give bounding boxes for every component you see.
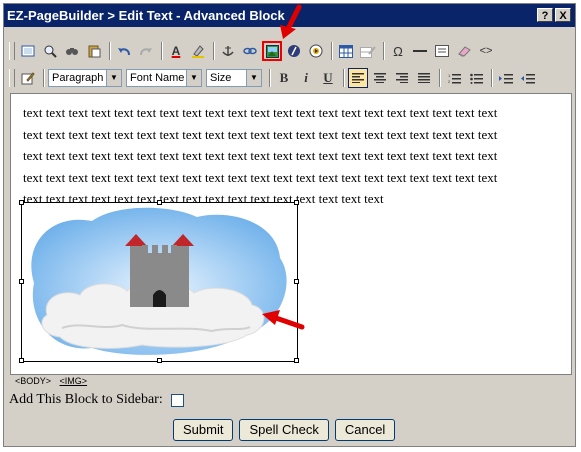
font-name-value: Font Name xyxy=(130,72,185,84)
horizontal-rule-icon[interactable] xyxy=(410,41,430,61)
separator xyxy=(161,42,163,60)
separator xyxy=(331,42,333,60)
separator xyxy=(269,69,271,87)
align-right-icon[interactable] xyxy=(392,68,412,88)
bullet-list-icon[interactable] xyxy=(466,68,486,88)
text-line: text text text text text text text text … xyxy=(23,105,498,120)
text-color-glyph: A xyxy=(171,43,181,58)
paste-icon[interactable] xyxy=(84,41,104,61)
eraser-icon[interactable] xyxy=(454,41,474,61)
underline-button[interactable]: U xyxy=(318,68,338,88)
sidebar-checkbox-label: Add This Block to Sidebar: xyxy=(9,392,163,407)
align-justify-icon[interactable] xyxy=(414,68,434,88)
separator xyxy=(343,69,345,87)
castle-in-clouds-image xyxy=(31,207,287,355)
anchor-icon[interactable] xyxy=(218,41,238,61)
body-tag-path[interactable]: <BODY> xyxy=(15,376,51,386)
highlight-color-icon[interactable] xyxy=(188,41,208,61)
element-path-bar: <BODY> <IMG> xyxy=(10,375,572,388)
paragraph-format-value: Paragraph xyxy=(52,72,104,84)
svg-text:2: 2 xyxy=(448,79,451,84)
redo-icon[interactable] xyxy=(136,41,156,61)
separator xyxy=(43,69,45,87)
separator xyxy=(109,42,111,60)
resize-handle[interactable] xyxy=(19,200,24,205)
preview-icon[interactable] xyxy=(18,41,38,61)
link-icon[interactable] xyxy=(240,41,260,61)
text-line: text text text text text text text text … xyxy=(23,169,498,185)
special-char-icon[interactable]: Ω xyxy=(388,41,408,61)
text-line: text text text text text text text text … xyxy=(23,126,498,142)
spell-check-button[interactable]: Spell Check xyxy=(239,419,329,441)
bold-button[interactable]: B xyxy=(274,68,294,88)
sidebar-option: Add This Block to Sidebar: xyxy=(9,392,184,408)
media-icon[interactable] xyxy=(306,41,326,61)
form-icon[interactable] xyxy=(432,41,452,61)
font-name-select[interactable]: Font Name ▼ xyxy=(126,69,202,87)
toolbar-grip xyxy=(9,42,15,60)
flash-icon[interactable] xyxy=(284,41,304,61)
resize-handle[interactable] xyxy=(19,358,24,363)
chevron-down-icon: ▼ xyxy=(186,70,201,86)
resize-handle[interactable] xyxy=(294,358,299,363)
action-buttons: Submit Spell Check Cancel xyxy=(173,419,396,441)
resize-handle[interactable] xyxy=(157,200,162,205)
undo-icon[interactable] xyxy=(114,41,134,61)
font-size-select[interactable]: Size ▼ xyxy=(206,69,262,87)
text-color-icon[interactable]: A xyxy=(166,41,186,61)
align-left-icon[interactable] xyxy=(348,68,368,88)
toolbar-grip xyxy=(9,69,15,87)
window-title: EZ-PageBuilder > Edit Text - Advanced Bl… xyxy=(7,8,285,23)
close-button[interactable]: X xyxy=(555,8,571,22)
outdent-icon[interactable] xyxy=(518,68,538,88)
resize-handle[interactable] xyxy=(157,358,162,363)
selected-image[interactable] xyxy=(19,200,299,363)
editor-window: EZ-PageBuilder > Edit Text - Advanced Bl… xyxy=(3,3,576,447)
resize-handle[interactable] xyxy=(294,200,299,205)
source-code-icon[interactable]: <> xyxy=(476,41,496,61)
paragraph-format-select[interactable]: Paragraph ▼ xyxy=(48,69,122,87)
chevron-down-icon: ▼ xyxy=(246,70,261,86)
annotation-arrow-toolbar xyxy=(280,4,302,39)
editor-text[interactable]: text text text text text text text text … xyxy=(23,102,568,210)
text-line: text text text text text text text text … xyxy=(23,148,498,163)
add-to-sidebar-checkbox[interactable] xyxy=(170,393,184,407)
toolbar-row-1: A Ω <> xyxy=(9,40,498,62)
submit-button[interactable]: Submit xyxy=(173,419,234,441)
insert-image-icon[interactable] xyxy=(262,41,282,61)
resize-handle[interactable] xyxy=(19,279,24,284)
annotation-arrow-image xyxy=(262,310,305,330)
numbered-list-icon[interactable]: 12 xyxy=(444,68,464,88)
svg-text:1: 1 xyxy=(448,73,451,78)
style-edit-icon[interactable] xyxy=(18,68,38,88)
separator xyxy=(439,69,441,87)
align-center-icon[interactable] xyxy=(370,68,390,88)
find-icon[interactable] xyxy=(62,41,82,61)
toolbar-row-2: Paragraph ▼ Font Name ▼ Size ▼ B i U 12 xyxy=(9,67,540,89)
img-tag-path[interactable]: <IMG> xyxy=(60,376,88,386)
italic-button[interactable]: i xyxy=(296,68,316,88)
chevron-down-icon: ▼ xyxy=(106,70,121,86)
separator xyxy=(491,69,493,87)
table-icon[interactable] xyxy=(336,41,356,61)
separator xyxy=(383,42,385,60)
resize-handle[interactable] xyxy=(294,279,299,284)
indent-icon[interactable] xyxy=(496,68,516,88)
help-button[interactable]: ? xyxy=(537,8,553,22)
edit-table-icon[interactable] xyxy=(358,41,378,61)
separator xyxy=(213,42,215,60)
cancel-button[interactable]: Cancel xyxy=(334,419,396,441)
zoom-icon[interactable] xyxy=(40,41,60,61)
font-size-value: Size xyxy=(210,72,232,84)
